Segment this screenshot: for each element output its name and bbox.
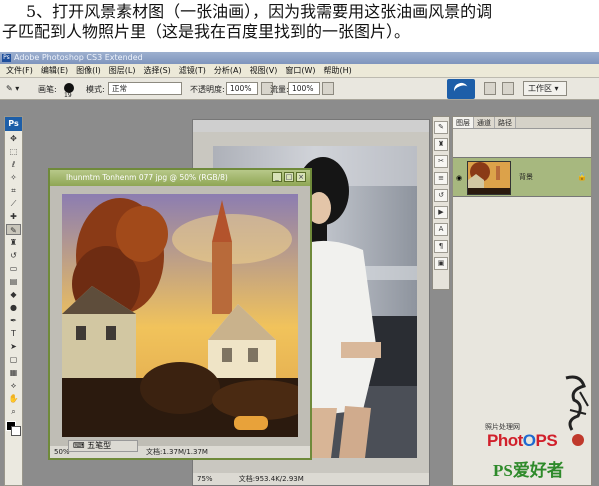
slice-tool-icon[interactable]: ⟋	[6, 198, 21, 209]
layer-row-background[interactable]: ◉ 背景 🔒	[453, 157, 591, 197]
minimize-button[interactable]: _	[272, 172, 282, 182]
shape-tool-icon[interactable]: ▢	[6, 354, 21, 365]
brush-tool-icon[interactable]: ✎ ▾	[6, 84, 19, 93]
menu-edit[interactable]: 编辑(E)	[37, 64, 72, 77]
visibility-eye-icon[interactable]: ◉	[456, 174, 462, 182]
tab-channels[interactable]: 通道	[474, 117, 495, 128]
healing-tool-icon[interactable]: ✚	[6, 211, 21, 222]
photoshop-window: Ps Adobe Photoshop CS3 Extended 文件(F) 编辑…	[0, 52, 599, 486]
marquee-tool-icon[interactable]: ⬚	[6, 146, 21, 157]
oil-painting-svg	[62, 194, 298, 437]
stamp-tool-icon[interactable]: ♜	[6, 237, 21, 248]
oil-painting-image	[62, 194, 298, 437]
panel-dock-strip: ✎ ♜ ✂ ≡ ↺ ▶ A ¶ ▣	[432, 116, 450, 290]
maximize-button[interactable]: □	[284, 172, 294, 182]
layer-thumbnail	[467, 161, 511, 195]
close-button[interactable]: ×	[296, 172, 306, 182]
flow-field[interactable]: 100%	[288, 82, 320, 95]
tab-paths[interactable]: 路径	[495, 117, 516, 128]
color-swatches[interactable]	[6, 421, 22, 437]
move-tool-icon[interactable]: ✥	[6, 133, 21, 144]
watermark-photops: PhotOPS	[487, 431, 558, 450]
clone-source-icon[interactable]: ♜	[434, 138, 448, 151]
mode-label: 模式:	[86, 85, 105, 94]
menu-filter[interactable]: 滤镜(T)	[175, 64, 210, 77]
eyedropper-tool-icon[interactable]: ⟡	[6, 380, 21, 391]
actions-icon[interactable]: ▶	[434, 206, 448, 219]
menu-layer[interactable]: 图层(L)	[105, 64, 140, 77]
tab-layers[interactable]: 图层	[453, 117, 474, 128]
menu-bar: 文件(F) 编辑(E) 图像(I) 图层(L) 选择(S) 滤镜(T) 分析(A…	[0, 64, 599, 78]
watermark-pssite: PS爱好者	[493, 461, 564, 480]
menu-image[interactable]: 图像(I)	[72, 64, 105, 77]
caption-line-2: 子匹配到人物照片里（这是我在百度里找到的一张图片）。	[2, 22, 411, 41]
palette-well-icon[interactable]	[484, 82, 496, 95]
magic-wand-tool-icon[interactable]: ✧	[6, 172, 21, 183]
ime-label: 五笔型	[87, 441, 112, 450]
blur-tool-icon[interactable]: ◆	[6, 289, 21, 300]
portrait-doc-size: 文档:953.4K/2.93M	[238, 475, 304, 483]
type-tool-icon[interactable]: T	[6, 328, 21, 339]
portrait-zoom[interactable]: 75%	[197, 475, 213, 483]
pen-tool-icon[interactable]: ✒	[6, 315, 21, 326]
landscape-doc-size: 文档:1.37M/1.37M	[146, 448, 208, 456]
navigator-icon[interactable]: ▣	[434, 257, 448, 270]
portrait-status-bar: 75% 文档:953.4K/2.93M	[193, 473, 429, 485]
zoom-tool-icon[interactable]: ⌕	[6, 406, 21, 417]
menu-analysis[interactable]: 分析(A)	[210, 64, 246, 77]
menu-help[interactable]: 帮助(H)	[320, 64, 356, 77]
airbrush-button[interactable]	[322, 82, 334, 95]
brush-size: 19	[64, 92, 72, 99]
brush-tool-icon-selected[interactable]: ✎	[6, 224, 21, 235]
workspace-button[interactable]: 工作区 ▾	[523, 81, 567, 96]
menu-window[interactable]: 窗口(W)	[281, 64, 319, 77]
portrait-document-title	[193, 120, 429, 132]
crop-tool-icon[interactable]: ⌗	[6, 185, 21, 196]
lasso-tool-icon[interactable]: ℓ	[6, 159, 21, 170]
tool-preset-icon[interactable]	[502, 82, 514, 95]
ime-status-bar[interactable]: ⌨ 五笔型	[68, 440, 138, 452]
landscape-document-title: Ihunmtm Tonhenm 077 jpg @ 50% (RGB/8)	[50, 170, 310, 186]
character-icon[interactable]: A	[434, 223, 448, 236]
landscape-document-window[interactable]: Ihunmtm Tonhenm 077 jpg @ 50% (RGB/8) _ …	[48, 168, 312, 460]
mode-select[interactable]: 正常	[108, 82, 182, 95]
history-brush-tool-icon[interactable]: ↺	[6, 250, 21, 261]
dodge-tool-icon[interactable]: ●	[6, 302, 21, 313]
background-color[interactable]	[11, 426, 21, 436]
brush-label: 画笔:	[38, 85, 57, 94]
layer-name: 背景	[519, 173, 533, 181]
tutorial-caption: 5、打开风景素材图（一张油画），因为我需要用这张油画风景的调 子匹配到人物照片里…	[0, 0, 599, 52]
keyboard-icon: ⌨	[73, 441, 85, 450]
hand-tool-icon[interactable]: ✋	[6, 393, 21, 404]
toolbox-header: Ps	[5, 117, 22, 131]
caption-line-1: 5、打开风景素材图（一张油画），因为我需要用这张油画风景的调	[26, 2, 493, 21]
layers-panel-tabs: 图层 通道 路径	[453, 117, 591, 129]
menu-select[interactable]: 选择(S)	[139, 64, 174, 77]
gradient-tool-icon[interactable]: ▤	[6, 276, 21, 287]
opacity-field[interactable]: 100%	[226, 82, 258, 95]
watermark-brand: 照片处理网 PhotOPS PS爱好者	[465, 422, 595, 486]
app-title: Adobe Photoshop CS3 Extended	[14, 53, 143, 62]
menu-view[interactable]: 视图(V)	[246, 64, 282, 77]
eraser-tool-icon[interactable]: ▭	[6, 263, 21, 274]
menu-file[interactable]: 文件(F)	[2, 64, 37, 77]
brush-panel-icon[interactable]: ✎	[434, 121, 448, 134]
path-select-tool-icon[interactable]: ➤	[6, 341, 21, 352]
ps-bridge-logo-icon[interactable]	[447, 79, 475, 99]
history-icon[interactable]: ↺	[434, 189, 448, 202]
app-title-bar: Ps Adobe Photoshop CS3 Extended	[0, 52, 599, 64]
paragraph-icon[interactable]: ¶	[434, 240, 448, 253]
notes-tool-icon[interactable]: ▦	[6, 367, 21, 378]
layer-thumbnail-svg	[468, 162, 510, 194]
ps-app-icon: Ps	[2, 54, 11, 62]
toolbox: Ps ✥ ⬚ ℓ ✧ ⌗ ⟋ ✚ ✎ ♜ ↺ ▭ ▤ ◆ ● ✒ T ➤ ▢ ▦…	[4, 116, 23, 486]
layer-comps-icon[interactable]: ≡	[434, 172, 448, 185]
opacity-label: 不透明度:	[190, 85, 225, 94]
options-bar: ✎ ▾ 画笔: 19 模式: 正常 不透明度: 100% 流量: 100% 工作…	[0, 78, 599, 100]
tool-presets-icon[interactable]: ✂	[434, 155, 448, 168]
flow-label: 流量:	[270, 85, 289, 94]
lock-icon: 🔒	[577, 172, 587, 181]
